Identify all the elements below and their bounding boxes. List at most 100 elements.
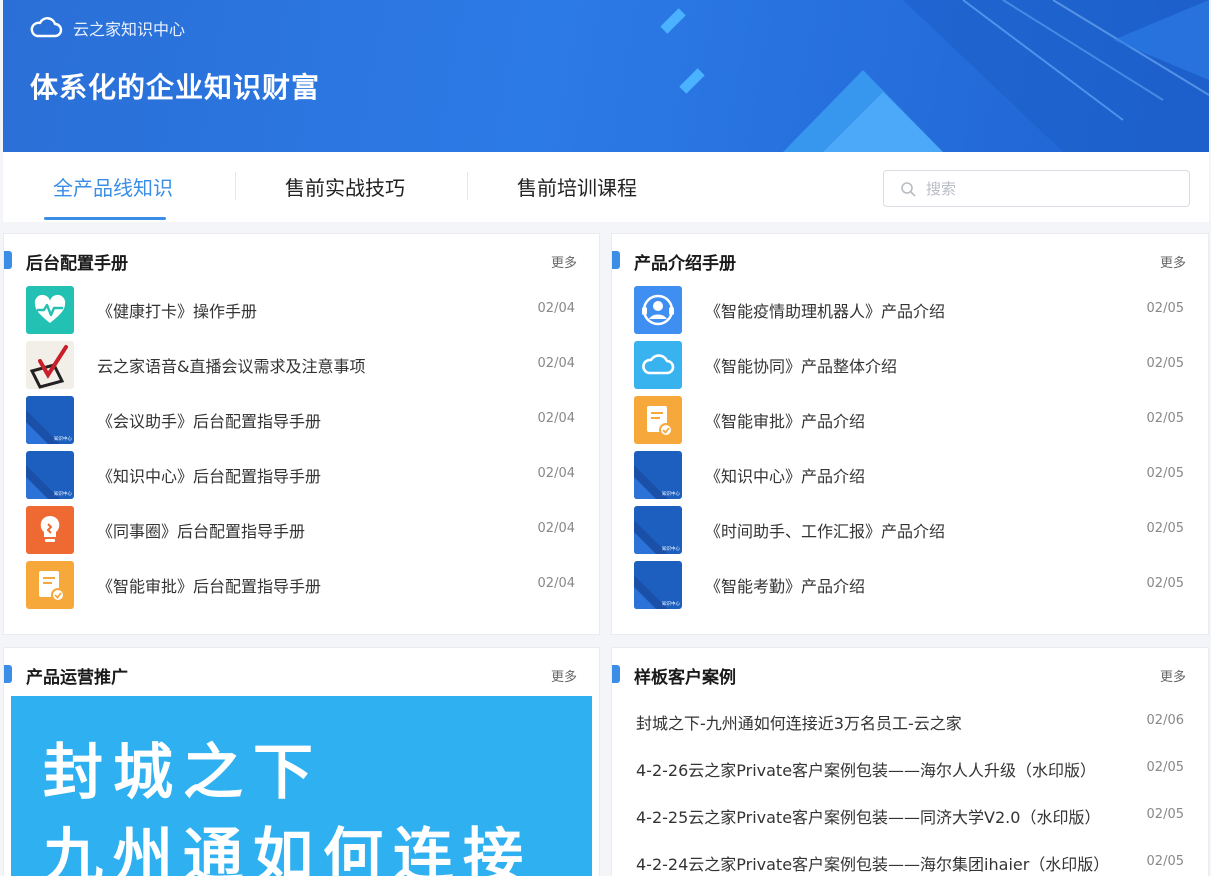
search-icon <box>901 181 916 196</box>
list-item[interactable]: 知识中心 《知识中心》产品介绍 02/05 <box>612 451 1208 506</box>
search-input[interactable] <box>926 179 1176 198</box>
list-item[interactable]: 《健康打卡》操作手册 02/04 <box>4 286 599 341</box>
panel-title: 样板客户案例 <box>634 668 736 688</box>
heart-pulse-icon <box>26 286 74 334</box>
item-title: 云之家语音&直播会议需求及注意事项 <box>97 357 366 376</box>
item-date: 02/04 <box>537 356 575 371</box>
case-date: 02/05 <box>1146 807 1184 822</box>
tab-bar: 全产品线知识 售前实战技巧 售前培训课程 <box>3 152 1209 222</box>
item-title: 《智能疫情助理机器人》产品介绍 <box>705 302 946 321</box>
promo-banner[interactable]: 封城之下 九州通如何连接 <box>11 696 592 876</box>
panel-header: 产品运营推广 更多 <box>4 648 599 700</box>
list-item[interactable]: 知识中心 《会议助手》后台配置指导手册 02/04 <box>4 396 599 451</box>
case-title: 4-2-26云之家Private客户案例包装——海尔人人升级（水印版） <box>636 761 1097 780</box>
panel-backend-config: 后台配置手册 更多 《健康打卡》操作手册 02/04 云之家语音&直播会议需求及… <box>3 233 600 635</box>
item-title: 《同事圈》后台配置指导手册 <box>97 522 306 541</box>
item-title: 《智能审批》产品介绍 <box>705 412 866 431</box>
list-item[interactable]: 《智能审批》后台配置指导手册 02/04 <box>4 561 599 616</box>
panel-title: 产品运营推广 <box>26 668 128 688</box>
case-date: 02/05 <box>1146 760 1184 775</box>
item-date: 02/05 <box>1146 466 1184 481</box>
item-date: 02/05 <box>1146 411 1184 426</box>
list-item[interactable]: 知识中心 《智能考勤》产品介绍 02/05 <box>612 561 1208 616</box>
brand[interactable]: 云之家知识中心 <box>29 16 185 40</box>
panel-accent-bar <box>4 251 12 269</box>
item-title: 《智能审批》后台配置指导手册 <box>97 577 322 596</box>
thumbnail-caption: 知识中心 <box>54 435 72 442</box>
item-date: 02/05 <box>1146 356 1184 371</box>
thumbnail-caption: 知识中心 <box>662 545 680 552</box>
tab-divider <box>467 172 468 200</box>
item-date: 02/04 <box>537 466 575 481</box>
active-tab-indicator <box>44 217 166 220</box>
knowledge-center-thumbnail-icon: 知识中心 <box>634 506 682 554</box>
item-date: 02/04 <box>537 411 575 426</box>
search-box[interactable] <box>883 170 1190 207</box>
case-item[interactable]: 4-2-24云之家Private客户案例包装——海尔集团ihaier（水印版） … <box>612 851 1208 876</box>
item-title: 《会议助手》后台配置指导手册 <box>97 412 322 431</box>
knowledge-center-thumbnail-icon: 知识中心 <box>26 451 74 499</box>
panel-product-intro: 产品介绍手册 更多 《智能疫情助理机器人》产品介绍 02/05 《智能协同》产品… <box>611 233 1209 635</box>
approval-document-icon <box>634 396 682 444</box>
knowledge-center-thumbnail-icon: 知识中心 <box>634 451 682 499</box>
item-title: 《智能考勤》产品介绍 <box>705 577 866 596</box>
case-title: 4-2-25云之家Private客户案例包装——同济大学V2.0（水印版） <box>636 808 1101 827</box>
panel-accent-bar <box>612 665 620 683</box>
case-item[interactable]: 4-2-26云之家Private客户案例包装——海尔人人升级（水印版） 02/0… <box>612 757 1208 804</box>
thumbnail-caption: 知识中心 <box>662 600 680 607</box>
item-title: 《知识中心》产品介绍 <box>705 467 866 486</box>
panel-operations: 产品运营推广 更多 封城之下 九州通如何连接 <box>3 647 600 876</box>
approval-document-icon <box>26 561 74 609</box>
panel-header: 后台配置手册 更多 <box>4 234 599 286</box>
promo-headline: 九州通如何连接 <box>43 822 533 876</box>
tab-presales-training[interactable]: 售前培训课程 <box>517 172 637 201</box>
lightbulb-icon <box>26 506 74 554</box>
banner-headline: 体系化的企业知识财富 <box>30 71 321 104</box>
list-item[interactable]: 知识中心 《知识中心》后台配置指导手册 02/04 <box>4 451 599 506</box>
item-date: 02/05 <box>1146 576 1184 591</box>
hero-banner: 云之家知识中心 体系化的企业知识财富 <box>3 0 1209 152</box>
tab-divider <box>235 172 236 200</box>
case-title: 4-2-24云之家Private客户案例包装——海尔集团ihaier（水印版） <box>636 855 1110 874</box>
thumbnail-caption: 知识中心 <box>662 490 680 497</box>
item-title: 《健康打卡》操作手册 <box>97 302 258 321</box>
item-date: 02/04 <box>537 521 575 536</box>
case-item[interactable]: 封城之下-九州通如何连接近3万名员工-云之家 02/06 <box>612 710 1208 757</box>
item-date: 02/04 <box>537 576 575 591</box>
case-date: 02/05 <box>1146 854 1184 869</box>
item-title: 《智能协同》产品整体介绍 <box>705 357 898 376</box>
panel-title: 后台配置手册 <box>26 254 128 274</box>
cloud-icon <box>634 341 682 389</box>
item-date: 02/05 <box>1146 521 1184 536</box>
list-item[interactable]: 知识中心 《时间助手、工作汇报》产品介绍 02/05 <box>612 506 1208 561</box>
item-title: 《知识中心》后台配置指导手册 <box>97 467 322 486</box>
more-link[interactable]: 更多 <box>1160 666 1186 685</box>
panel-accent-bar <box>612 251 620 269</box>
list-item[interactable]: 《同事圈》后台配置指导手册 02/04 <box>4 506 599 561</box>
item-date: 02/05 <box>1146 301 1184 316</box>
case-date: 02/06 <box>1146 713 1184 728</box>
more-link[interactable]: 更多 <box>1160 252 1186 271</box>
more-link[interactable]: 更多 <box>551 666 577 685</box>
tab-all-product-knowledge[interactable]: 全产品线知识 <box>53 172 173 201</box>
list-item[interactable]: 《智能疫情助理机器人》产品介绍 02/05 <box>612 286 1208 341</box>
list-item[interactable]: 《智能协同》产品整体介绍 02/05 <box>612 341 1208 396</box>
checkbox-sketch-icon <box>26 341 74 389</box>
panel-title: 产品介绍手册 <box>634 254 736 274</box>
list-item[interactable]: 云之家语音&直播会议需求及注意事项 02/04 <box>4 341 599 396</box>
more-link[interactable]: 更多 <box>551 252 577 271</box>
tab-presales-skills[interactable]: 售前实战技巧 <box>285 172 405 201</box>
knowledge-center-thumbnail-icon: 知识中心 <box>26 396 74 444</box>
user-support-icon <box>634 286 682 334</box>
list-item[interactable]: 《智能审批》产品介绍 02/05 <box>612 396 1208 451</box>
cloud-logo-icon <box>30 17 63 38</box>
panel-accent-bar <box>4 665 12 683</box>
item-date: 02/04 <box>537 301 575 316</box>
knowledge-center-thumbnail-icon: 知识中心 <box>634 561 682 609</box>
promo-headline: 封城之下 <box>43 738 323 808</box>
brand-name: 云之家知识中心 <box>73 20 186 39</box>
case-title: 封城之下-九州通如何连接近3万名员工-云之家 <box>636 714 962 733</box>
case-item[interactable]: 4-2-25云之家Private客户案例包装——同济大学V2.0（水印版） 02… <box>612 804 1208 851</box>
panel-customer-cases: 样板客户案例 更多 封城之下-九州通如何连接近3万名员工-云之家 02/06 4… <box>611 647 1209 876</box>
item-title: 《时间助手、工作汇报》产品介绍 <box>705 522 946 541</box>
